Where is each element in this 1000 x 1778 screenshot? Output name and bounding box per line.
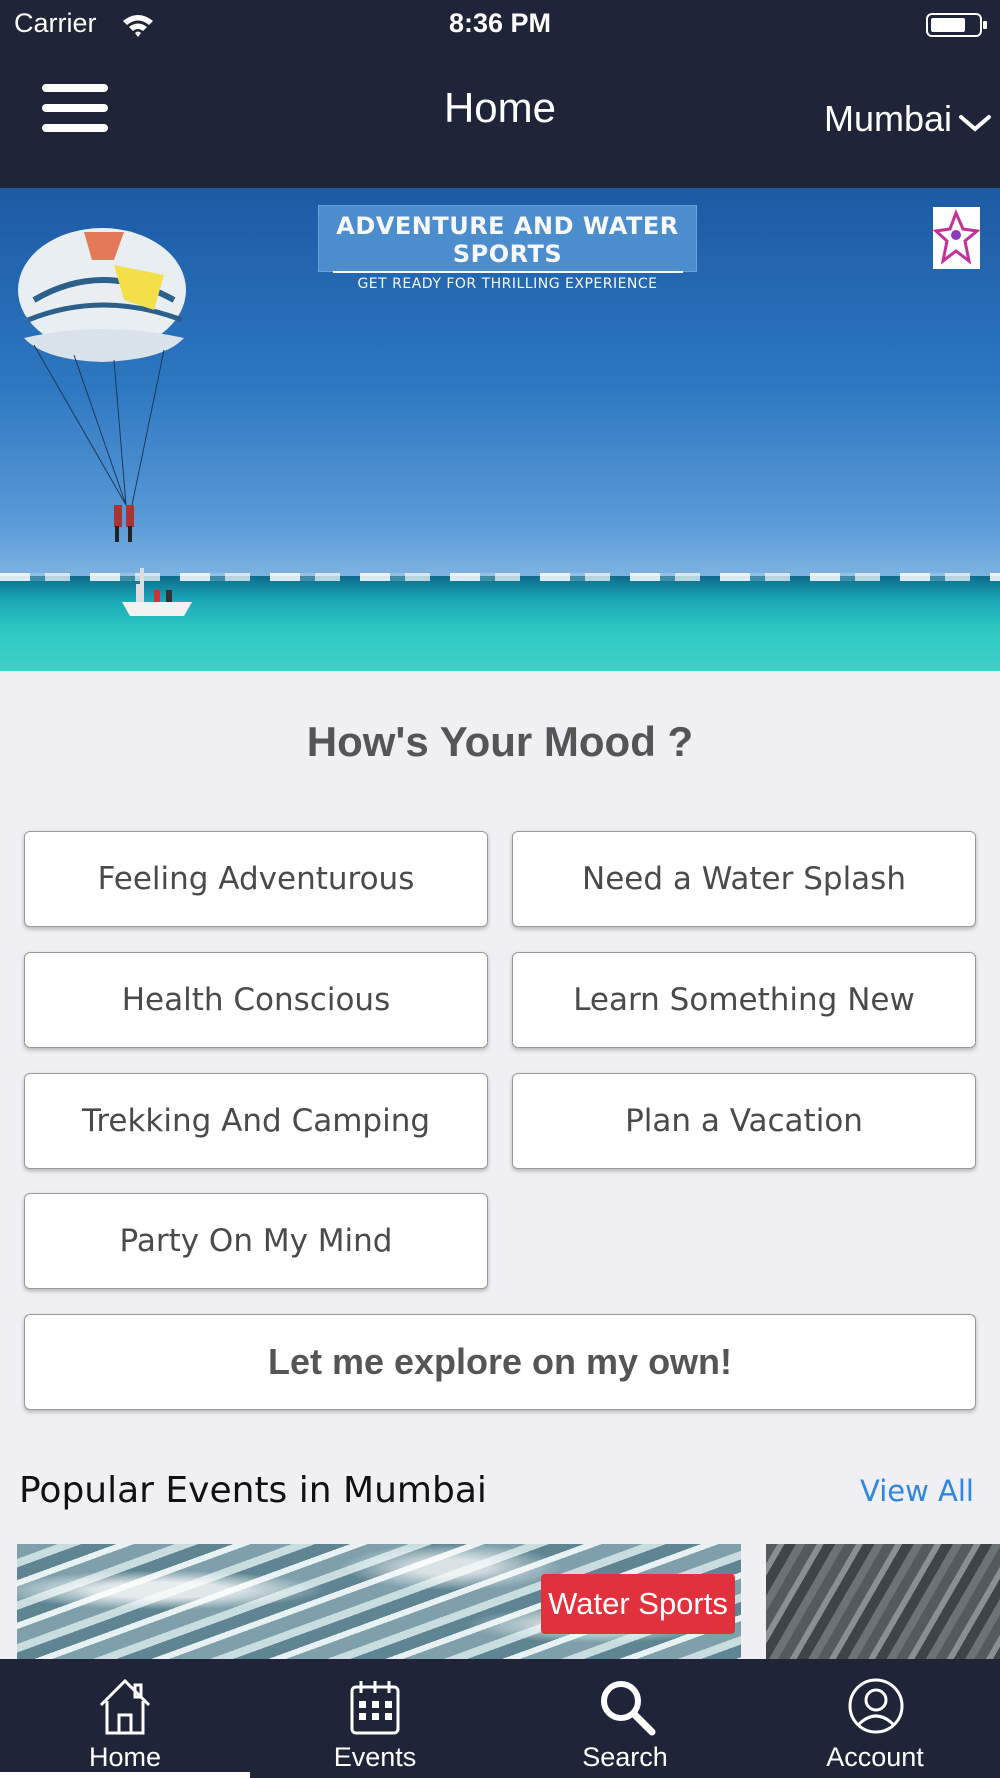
- event-card[interactable]: Water Sports: [17, 1544, 741, 1659]
- clock: 8:36 PM: [448, 8, 552, 38]
- battery-icon: [926, 13, 987, 37]
- banner-headline: ADVENTURE AND WATER SPORTS: [336, 212, 679, 268]
- city-label: Mumbai: [823, 98, 952, 139]
- top-bar: Carrier 8:36 PM Home Mumbai: [0, 0, 1000, 188]
- tab-events[interactable]: Events: [250, 1659, 500, 1778]
- parasail-image: [18, 228, 186, 542]
- tab-search-label: Search: [582, 1742, 668, 1772]
- brand-logo: [932, 207, 981, 269]
- mood-trekking-camping[interactable]: Trekking And Camping: [24, 1073, 488, 1169]
- mood-title: How's Your Mood ?: [306, 718, 694, 765]
- explore-button[interactable]: Let me explore on my own!: [24, 1314, 976, 1410]
- account-icon: [848, 1678, 904, 1734]
- tab-events-label: Events: [333, 1742, 417, 1772]
- star-logo-icon: [932, 209, 981, 265]
- banner-caption: ADVENTURE AND WATER SPORTS GET READY FOR…: [318, 205, 697, 292]
- view-all-link[interactable]: View All: [860, 1474, 974, 1508]
- promo-banner[interactable]: ADVENTURE AND WATER SPORTS GET READY FOR…: [0, 188, 1000, 671]
- tab-account-label: Account: [826, 1742, 924, 1772]
- city-selector[interactable]: Mumbai: [824, 98, 992, 140]
- mood-health-conscious[interactable]: Health Conscious: [24, 952, 488, 1048]
- search-icon: [601, 1681, 656, 1736]
- active-tab-indicator: [0, 1772, 250, 1778]
- event-card-partial[interactable]: [766, 1544, 1000, 1659]
- tab-home-label: Home: [88, 1742, 162, 1772]
- mood-learn-something-new[interactable]: Learn Something New: [512, 952, 976, 1048]
- tab-account[interactable]: Account: [750, 1659, 1000, 1778]
- boat-image: [122, 568, 192, 616]
- mood-plan-vacation[interactable]: Plan a Vacation: [512, 1073, 976, 1169]
- calendar-icon: [350, 1681, 400, 1735]
- tab-bar: Home Events Search Account: [0, 1659, 1000, 1778]
- chevron-down-icon: [959, 115, 991, 132]
- category-badge: Water Sports: [541, 1574, 735, 1634]
- popular-events-title: Popular Events in Mumbai: [19, 1470, 487, 1511]
- mood-feeling-adventurous[interactable]: Feeling Adventurous: [24, 831, 488, 927]
- app-header: Home Mumbai: [0, 50, 1000, 188]
- banner-tagline: GET READY FOR THRILLING EXPERIENCE: [357, 276, 658, 292]
- banner-rule: [332, 271, 683, 273]
- home-icon: [99, 1678, 151, 1735]
- tab-home[interactable]: Home: [0, 1659, 250, 1778]
- status-bar: Carrier 8:36 PM: [0, 0, 1000, 50]
- tab-search[interactable]: Search: [500, 1659, 750, 1778]
- mood-water-splash[interactable]: Need a Water Splash: [512, 831, 976, 927]
- mood-party[interactable]: Party On My Mind: [24, 1193, 488, 1289]
